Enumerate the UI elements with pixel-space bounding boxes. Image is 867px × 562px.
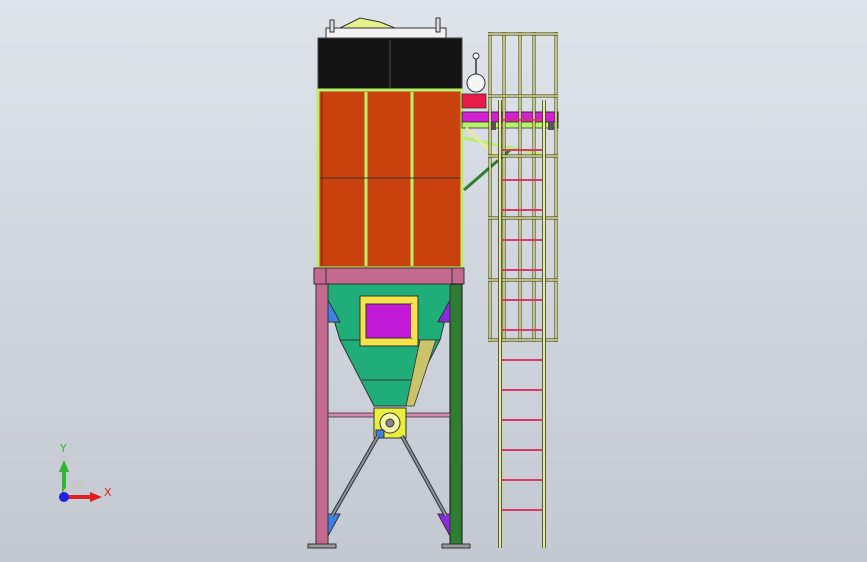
- air-tank: [461, 52, 487, 109]
- filter-panel-body: [316, 88, 464, 270]
- cross-braces: [330, 435, 448, 517]
- cad-viewport[interactable]: [0, 0, 867, 562]
- filter-housing-top: [317, 37, 463, 91]
- cage-ladder: [488, 32, 558, 548]
- ring-beam: [313, 267, 465, 285]
- triad-graphic: [59, 460, 102, 502]
- orientation-triad: Y X: [40, 440, 120, 510]
- hopper-access-door: [359, 295, 419, 347]
- y-axis-label: Y: [60, 442, 67, 455]
- roof-assembly: [325, 17, 447, 39]
- rotary-valve: [373, 407, 407, 439]
- x-axis-label: X: [104, 486, 112, 499]
